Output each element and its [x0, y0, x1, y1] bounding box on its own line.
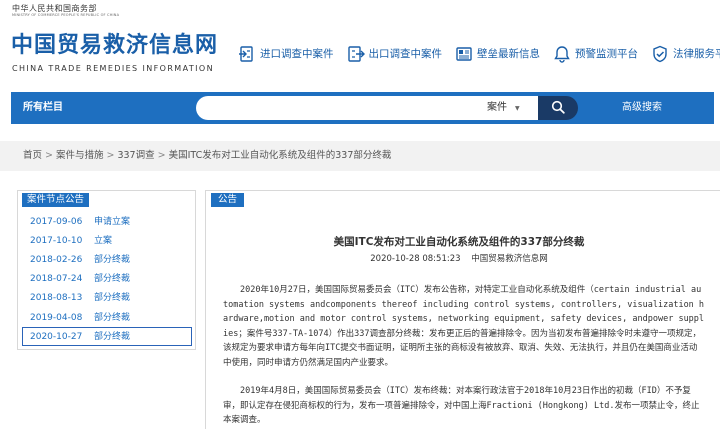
breadcrumb-separator: > — [106, 150, 115, 161]
quicklink-label: 预警监测平台 — [575, 48, 638, 60]
barrier-news-icon — [455, 45, 473, 63]
article-body: 2020年10月27日，美国国际贸易委员会（ITC）发布公告称，对特定工业自动化… — [223, 283, 705, 442]
site-title-en: CHINA TRADE REMEDIES INFORMATION — [12, 64, 214, 73]
article-panel: 公告 美国ITC发布对工业自动化系统及组件的337部分终裁 2020-10-28… — [205, 190, 720, 429]
case-node-date: 2020-10-27 — [30, 331, 83, 342]
quicklink-barrier-news[interactable]: 壁垒最新信息 — [455, 44, 540, 64]
article-tag: 公告 — [211, 193, 245, 207]
article-title: 美国ITC发布对工业自动化系统及组件的337部分终裁 — [333, 236, 585, 248]
nav-bar: 所有栏目 案件 ▼ 高级搜索 — [11, 92, 714, 124]
ministry-name-en: MINISTRY OF COMMERCE PEOPLE'S REPUBLIC O… — [12, 13, 120, 17]
case-node-item[interactable]: 2017-09-06 申请立案 — [22, 212, 192, 231]
case-node-date: 2018-07-24 — [30, 274, 83, 285]
chevron-down-icon: ▼ — [515, 104, 520, 112]
case-node-date: 2017-10-10 — [30, 235, 83, 246]
import-doc-icon — [238, 45, 256, 63]
case-node-list: 2017-09-06 申请立案 2017-10-10 立案 2018-02-26… — [22, 212, 192, 347]
case-node-label: 部分终裁 — [94, 293, 131, 304]
case-node-date: 2018-02-26 — [30, 254, 83, 265]
quicklink-label: 出口调查中案件 — [368, 48, 443, 60]
breadcrumb-current: 美国ITC发布对工业自动化系统及组件的337部分终裁 — [168, 150, 392, 161]
article-datetime: 2020-10-28 08:51:23 — [370, 254, 461, 264]
advanced-search-link[interactable]: 高级搜索 — [622, 101, 662, 115]
breadcrumb-cases[interactable]: 案件与措施 — [56, 150, 104, 162]
site-header: 中华人民共和国商务部 MINISTRY OF COMMERCE PEOPLE'S… — [0, 0, 720, 88]
breadcrumb-337[interactable]: 337调查 — [117, 150, 154, 162]
quicklink-label: 壁垒最新信息 — [477, 48, 540, 60]
article-meta: 2020-10-28 08:51:23 中国贸易救济信息网 — [206, 253, 712, 265]
case-node-label: 部分终裁 — [94, 254, 131, 265]
search-icon — [551, 99, 565, 118]
shield-check-icon — [651, 45, 669, 63]
case-node-label: 部分终裁 — [94, 274, 131, 285]
case-node-label: 部分终裁 — [94, 312, 131, 323]
quicklink-warning-platform[interactable]: 预警监测平台 — [553, 44, 638, 64]
case-node-item[interactable]: 2018-07-24 部分终裁 — [22, 270, 192, 289]
quicklinks: 进口调查中案件 出口调查中案件 壁垒最新信息 预警监测平台 法律服务平台 — [238, 44, 720, 64]
case-node-item[interactable]: 2018-08-13 部分终裁 — [22, 289, 192, 308]
breadcrumb: 首页 > 案件与措施 > 337调查 > 美国ITC发布对工业自动化系统及组件的… — [0, 141, 720, 171]
bell-icon — [553, 45, 571, 63]
case-node-label: 申请立案 — [94, 216, 131, 227]
breadcrumb-separator: > — [45, 150, 53, 161]
search-input[interactable] — [196, 96, 481, 120]
quicklink-label: 法律服务平台 — [673, 48, 720, 60]
breadcrumb-home[interactable]: 首页 — [23, 150, 42, 162]
case-node-item-active[interactable]: 2020-10-27 部分终裁 — [22, 327, 192, 347]
article-paragraph: 2020年10月27日，美国国际贸易委员会（ITC）发布公告称，对特定工业自动化… — [223, 285, 705, 368]
case-node-item[interactable]: 2017-10-10 立案 — [22, 231, 192, 250]
case-node-date: 2018-08-13 — [30, 293, 83, 304]
quicklink-legal-platform[interactable]: 法律服务平台 — [651, 44, 720, 64]
site-title[interactable]: 中国贸易救济信息网 — [11, 33, 218, 59]
case-node-label: 部分终裁 — [94, 331, 131, 342]
search-type-select[interactable]: 案件 ▼ — [481, 96, 538, 120]
all-columns-menu[interactable]: 所有栏目 — [23, 101, 63, 115]
article-source: 中国贸易救济信息网 — [471, 254, 548, 264]
case-node-item[interactable]: 2019-04-08 部分终裁 — [22, 308, 192, 327]
quicklink-export-cases[interactable]: 出口调查中案件 — [347, 44, 443, 64]
article-paragraph: 2019年4月8日，美国国际贸易委员会（ITC）发布终裁：对本案行政法官于201… — [223, 386, 700, 425]
case-node-date: 2017-09-06 — [30, 216, 83, 227]
export-doc-icon — [347, 45, 365, 63]
case-node-item[interactable]: 2018-02-26 部分终裁 — [22, 250, 192, 269]
search-button[interactable] — [538, 96, 578, 120]
ministry-name-cn: 中华人民共和国商务部 — [12, 4, 97, 13]
case-node-sidebar: 案件节点公告 2017-09-06 申请立案 2017-10-10 立案 201… — [17, 190, 196, 350]
ministry-logo[interactable]: 中华人民共和国商务部 MINISTRY OF COMMERCE PEOPLE'S… — [12, 4, 119, 17]
search-type-value: 案件 — [487, 102, 507, 113]
case-node-date: 2019-04-08 — [30, 312, 83, 323]
case-node-label: 立案 — [94, 235, 113, 246]
quicklink-import-cases[interactable]: 进口调查中案件 — [238, 44, 334, 64]
quicklink-label: 进口调查中案件 — [260, 48, 334, 60]
breadcrumb-separator: > — [157, 150, 166, 161]
sidebar-title: 案件节点公告 — [22, 193, 90, 207]
